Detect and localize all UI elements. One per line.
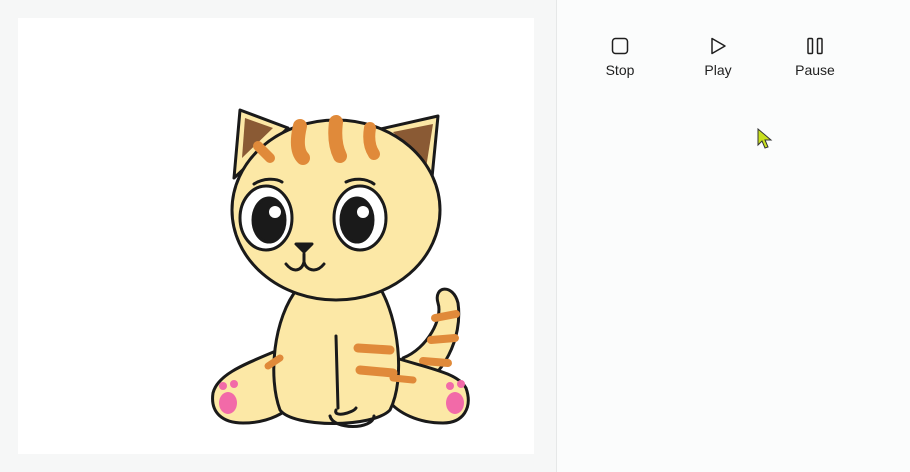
stop-button[interactable]: Stop: [580, 36, 660, 78]
play-icon: [678, 36, 758, 60]
cat-illustration: [211, 108, 470, 428]
play-label: Play: [704, 62, 732, 78]
stop-label: Stop: [605, 62, 635, 78]
play-button[interactable]: Play: [678, 36, 758, 78]
preview-pane: [0, 0, 557, 472]
animation-canvas: [18, 18, 534, 454]
stop-icon: [580, 36, 660, 60]
mouse-cursor-icon: [757, 127, 773, 155]
pause-label: Pause: [795, 62, 835, 78]
controls-pane: Stop Play Pause: [557, 0, 910, 472]
pause-button[interactable]: Pause: [775, 36, 855, 78]
pause-icon: [775, 36, 855, 60]
